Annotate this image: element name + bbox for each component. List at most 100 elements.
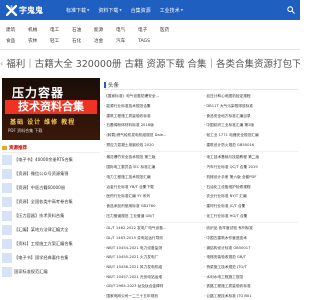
banner-link-0[interactable]: 福利｜古籍大全 320000册 古籍 资源下载 — [6, 56, 184, 70]
headline-link[interactable]: · 医药行业标准汇编 YY 系列 — [104, 194, 201, 199]
headline-row: · 电力工程施工技术规范汇编 · 机械设计手册 第六版 全套PDF — [104, 173, 298, 183]
headline-link[interactable]: · 国家电网公司一二三十五年规划 — [104, 294, 201, 299]
headline-link[interactable]: · 电工技术基础与技能教程 第二版 — [201, 155, 298, 160]
list-item-label: 【资源】中医古籍60000册 — [14, 185, 66, 190]
thumbnail — [2, 267, 12, 277]
headline-link[interactable]: · 中国纺织工业标准汇编 第2版 — [201, 123, 298, 128]
category-link[interactable]: 建筑 — [6, 27, 28, 33]
headline-row: · NB/T 10457-2021 光伏电站运维 · 水利水电工程施工规范 — [104, 272, 298, 282]
headline-link[interactable]: · 中国古建筑木作营造技术 — [201, 236, 298, 241]
headline-link[interactable]: · 公路工程技术标准 JTG B01 — [201, 294, 298, 299]
headline-link[interactable]: · 压力管道规范 工业管道 GB/T — [104, 214, 201, 219]
headline-link[interactable]: · 国际电工委员会 IEC 标准汇编 — [104, 165, 201, 170]
headline-row: · NB/T 10454-2021 电力设备监测 · 钢结构设计标准 GB5001… — [104, 243, 298, 253]
headline-link[interactable]: · 食品安全地方标准汇编目录 — [201, 114, 298, 119]
category-link[interactable]: 电子 — [138, 27, 160, 33]
category-link[interactable]: 机械 — [28, 27, 50, 33]
headline-link[interactable]: · DB11T 大气污染物排放标准 — [201, 104, 298, 109]
list-item-label: 【压力容器】技术资料合集 — [14, 213, 65, 218]
headline-link[interactable]: · 石墨烯粉体材料标准 2018版 — [104, 123, 201, 128]
headline-link[interactable]: · 水利水电工程施工规范 — [201, 275, 298, 280]
headline-link[interactable]: · 农业行业标准 NY/T 汇编 — [201, 194, 298, 199]
announcement-banner: ‹ 福利｜古籍大全 320000册 古籍 资源下载 合集｜各类合集资源打包下载 — [0, 52, 300, 74]
headline-link[interactable]: · 桥梁施工技术规范 JTG/T — [201, 265, 298, 270]
category-link[interactable]: 农林 — [28, 38, 50, 44]
category-link[interactable]: TAGS — [138, 39, 160, 44]
recommend-tab[interactable]: 资源推荐 — [2, 144, 100, 153]
headline-link[interactable]: · NB/T 10457-2021 光伏电站运维 — [104, 275, 201, 280]
headline-link[interactable]: · NB/T 10456-2021 风力发电机组 — [104, 265, 201, 270]
recommend-list: 资源推荐 【电子书】40000余册RTS合集 【资源】微信公众号资源集锦 【资源… — [2, 144, 100, 279]
site-name: 字鬼鬼 — [19, 4, 43, 15]
headline-link[interactable]: · 建筑设计防火规范 GB50016 — [201, 143, 298, 148]
category-link[interactable]: 食品 — [6, 38, 28, 44]
banner-link-1[interactable]: 合集｜各类合集资源打包下载 — [188, 56, 300, 70]
list-item[interactable]: 国家标准规范汇编 — [2, 265, 100, 279]
headline-link[interactable]: · 纺织品 色牢度试验 系列标准 — [201, 226, 298, 231]
headline-link[interactable]: · 钢结构设计标准 GB50017 — [201, 246, 298, 251]
top-nav-label: 合集资源 — [130, 7, 151, 14]
category-link[interactable]: 冶金 — [94, 38, 116, 44]
category-row-1: 建筑 机械 电工 石油 能源 电气 电子 医药 — [6, 25, 182, 35]
top-nav-item-1[interactable]: 资料下载 ▼ — [98, 7, 121, 14]
headline-link[interactable]: · 冶金行业标准 YB/T 合集下载 — [104, 185, 201, 190]
category-link[interactable]: 电气 — [116, 27, 138, 33]
headline-link[interactable]: · 电梯安装验收规范 GB/T — [201, 255, 298, 260]
category-link[interactable]: 石化 — [72, 38, 94, 44]
headline-link[interactable]: · NB/T 10455-2021 火力发电厂 — [104, 255, 201, 260]
headline-link[interactable]: 《国家标准》电气设备防爆安全... — [104, 94, 201, 99]
list-item[interactable]: 【压力容器】技术资料合集 — [2, 209, 100, 223]
category-link[interactable]: 能源 — [94, 27, 116, 33]
list-item[interactable]: 【资源】中医古籍60000册 — [2, 181, 100, 195]
headline-link[interactable]: · 轻工业 1771 电器安全规范汇编 — [201, 133, 298, 138]
top-nav: 标准下载 ▼ 资料下载 ▼ 合集资源 工业技术 ▼ — [66, 0, 183, 20]
headline-link[interactable]: · 汽车行业标准 QC/T 合集 2019 — [201, 165, 298, 170]
headline-link[interactable]: · 建筑工程施工质量验收标准 — [104, 114, 201, 119]
headline-link[interactable]: · NB/T 10454-2021 电力设备监测 — [104, 246, 201, 251]
list-item[interactable]: 【电子书】国学经典著作合集 — [2, 251, 100, 265]
headline-link[interactable]: · GB/T 2965-2023 钛及钛合金棒材 — [104, 284, 201, 289]
thumbnail — [2, 225, 12, 235]
category-link[interactable]: 石油 — [72, 27, 94, 33]
headline-link[interactable]: · 化工行业标准 HG/T 合集 — [201, 214, 298, 219]
site-logo[interactable]: 字鬼鬼 — [6, 4, 43, 16]
top-nav-item-3[interactable]: 工业技术 ▼ — [160, 7, 183, 14]
top-nav-item-2[interactable]: 合集资源 — [131, 7, 151, 14]
chevron-left-icon[interactable]: ‹ — [0, 59, 3, 68]
headline-row: · GB/T 2965-2023 钛及钛合金棒材 · 铁路工程施工质量验收标准 — [104, 282, 298, 292]
category-link[interactable]: 电工 — [50, 27, 72, 33]
headline-link[interactable]: · 血压计和心电图机检定规程 — [201, 94, 298, 99]
headline-title: 头条 — [108, 82, 120, 89]
headline-link[interactable]: · 铁路工程施工质量验收标准 — [201, 284, 298, 289]
top-nav-item-0[interactable]: 标准下载 ▼ — [66, 7, 89, 14]
headline-row: · DL/T 1462-2022 发电厂电气设备... · 纺织品 色牢度试验 系… — [104, 224, 298, 234]
category-link[interactable]: 汽车 — [116, 38, 138, 44]
top-nav-label: 工业技术 — [159, 7, 180, 14]
category-row-2: 食品 农林 轻工 石化 冶金 汽车 TAGS — [6, 36, 160, 46]
headline-link[interactable]: · 能源行业标准技术规范合集 — [104, 104, 201, 109]
headline-link[interactable]: · 石油化工设备维护检修规程 — [201, 185, 298, 190]
headline-link[interactable]: · (转载)燃气轮机发电机组规范 Dale... — [104, 133, 201, 138]
headline-link[interactable]: · 建材行业标准 JC/T 合集 — [201, 204, 298, 209]
search-icon[interactable] — [287, 6, 295, 14]
promo-image[interactable]: 压力容器 技术资料合集 基础 设计 维修 教程 PDF 资料合集 下载 — [2, 78, 100, 140]
category-link[interactable]: 医药 — [160, 27, 182, 33]
headline-link[interactable]: · 机械设计手册 第六版 全套PDF — [201, 175, 298, 180]
promo-subtitle: 技术资料合集 — [5, 100, 97, 114]
list-item[interactable]: 【电子书】40000余册RTS合集 — [2, 153, 100, 167]
headline-link[interactable]: · 预应力混凝土用钢绞线 2020 — [104, 143, 201, 148]
list-item[interactable]: 【资源】全国各类中高考卷合集 — [2, 195, 100, 209]
headline-row: · 冶金行业标准 YB/T 合集下载 · 石油化工设备维护检修规程 — [104, 182, 298, 192]
headline-link[interactable]: · 电力工程施工技术规范汇编 — [104, 175, 201, 180]
headline-link[interactable]: · 烟花爆竹安全技术规范 第三版 — [104, 155, 201, 160]
chevron-down-icon: ▼ — [119, 8, 122, 12]
headline-row: · 建筑工程施工质量验收标准 · 食品安全地方标准汇编目录 — [104, 111, 298, 121]
list-item[interactable]: 【资源】微信公众号资源集锦 — [2, 167, 100, 181]
list-item[interactable]: 【资料】工程施工方案汇编合集 — [2, 237, 100, 251]
list-item[interactable]: 【汇编】某地方法律汇编大全 — [2, 223, 100, 237]
category-link[interactable]: 轻工 — [50, 38, 72, 44]
headline-link[interactable]: · DL/T 1463-2015 变电站运行导则 — [104, 236, 201, 241]
headline-link[interactable]: · DL/T 1462-2022 发电厂电气设备... — [104, 226, 201, 231]
headline-link[interactable]: · 食品添加剂使用标准 GB2760 — [104, 204, 201, 209]
chevron-down-icon: ▼ — [87, 8, 90, 12]
